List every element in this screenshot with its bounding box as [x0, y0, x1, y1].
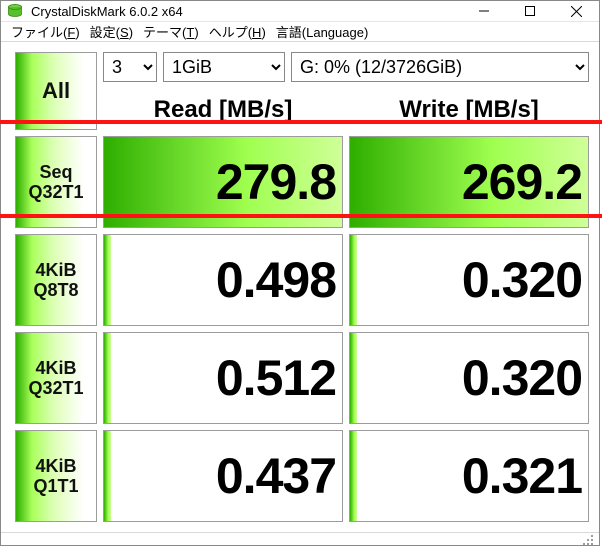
test-button-4kib-q32t1[interactable]: 4KiB Q32T1 — [15, 332, 97, 424]
read-value-4kib-q1t1: 0.437 — [103, 430, 343, 522]
menu-help[interactable]: ヘルプ(H) — [205, 22, 270, 41]
maximize-button[interactable] — [507, 1, 553, 21]
size-select[interactable]: 1GiB — [163, 52, 285, 82]
write-value-4kib-q1t1: 0.321 — [349, 430, 589, 522]
drive-select[interactable]: G: 0% (12/3726GiB) — [291, 52, 589, 82]
read-value-4kib-q8t8: 0.498 — [103, 234, 343, 326]
write-value-4kib-q32t1: 0.320 — [349, 332, 589, 424]
header-write: Write [MB/s] — [349, 90, 589, 130]
read-value-seq-q32t1: 279.8 — [103, 136, 343, 228]
runs-select[interactable]: 3 — [103, 52, 157, 82]
minimize-button[interactable] — [461, 1, 507, 21]
write-value-seq-q32t1: 269.2 — [349, 136, 589, 228]
write-value-4kib-q8t8: 0.320 — [349, 234, 589, 326]
menu-file[interactable]: ファイル(F) — [7, 22, 84, 41]
content-grid: All 3 1GiB G: 0% (12/3726GiB) Read [MB/s… — [1, 42, 599, 532]
read-value-4kib-q32t1: 0.512 — [103, 332, 343, 424]
menu-theme[interactable]: テーマ(T) — [139, 22, 203, 41]
window-title: CrystalDiskMark 6.0.2 x64 — [31, 4, 461, 19]
titlebar: CrystalDiskMark 6.0.2 x64 — [1, 1, 599, 22]
test-button-4kib-q1t1[interactable]: 4KiB Q1T1 — [15, 430, 97, 522]
statusbar — [1, 532, 599, 547]
app-icon — [5, 1, 25, 21]
all-button[interactable]: All — [15, 52, 97, 130]
menu-language[interactable]: 言語(Language) — [272, 22, 373, 41]
menubar: ファイル(F) 設定(S) テーマ(T) ヘルプ(H) 言語(Language) — [1, 22, 599, 42]
resize-grip-icon[interactable] — [581, 533, 595, 547]
test-button-4kib-q8t8[interactable]: 4KiB Q8T8 — [15, 234, 97, 326]
menu-settings[interactable]: 設定(S) — [86, 22, 137, 41]
test-button-seq-q32t1[interactable]: Seq Q32T1 — [15, 136, 97, 228]
close-button[interactable] — [553, 1, 599, 21]
header-read: Read [MB/s] — [103, 90, 343, 130]
